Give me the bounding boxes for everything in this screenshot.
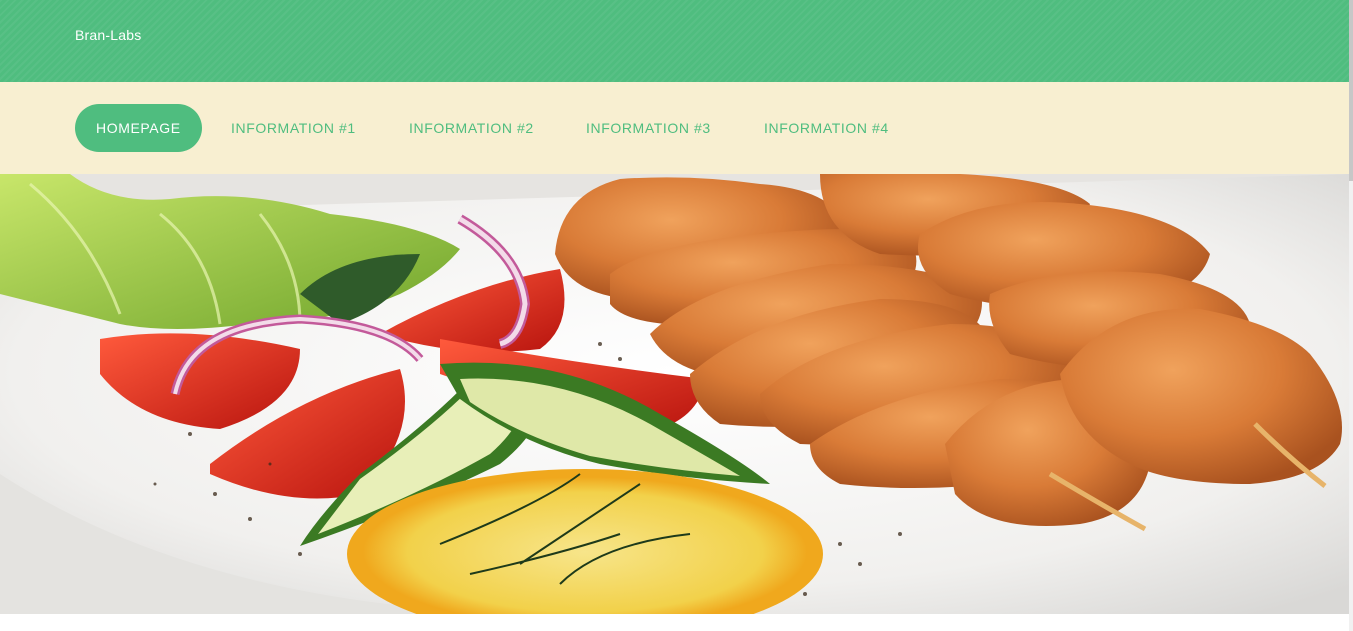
nav-information-2[interactable]: INFORMATION #2: [409, 104, 534, 152]
main-navigation: HOMEPAGE INFORMATION #1 INFORMATION #2 I…: [0, 82, 1349, 174]
hero-banner: [0, 174, 1349, 614]
nav-homepage[interactable]: HOMEPAGE: [75, 104, 202, 152]
brand-logo-link[interactable]: Bran-Labs: [75, 27, 141, 43]
top-header-bar: Bran-Labs: [0, 0, 1349, 82]
scrollbar-thumb[interactable]: [1349, 0, 1353, 181]
nav-information-4[interactable]: INFORMATION #4: [764, 104, 889, 152]
hero-food-image: [0, 174, 1349, 614]
nav-information-3[interactable]: INFORMATION #3: [586, 104, 711, 152]
nav-information-1[interactable]: INFORMATION #1: [231, 104, 356, 152]
